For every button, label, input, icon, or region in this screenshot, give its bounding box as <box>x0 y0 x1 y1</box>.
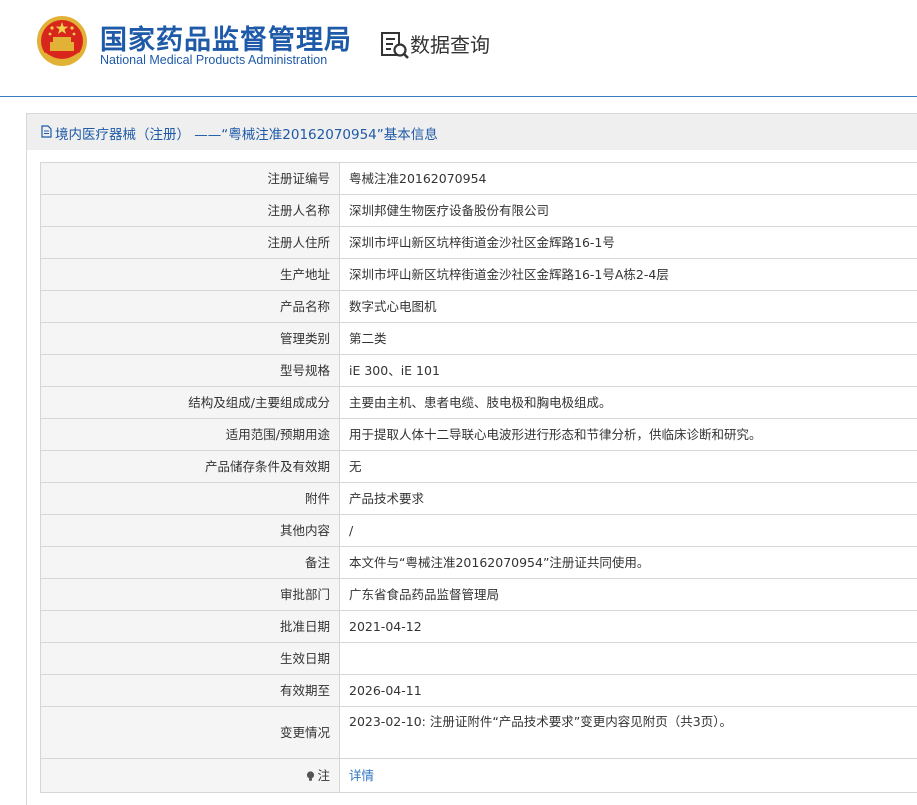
row-value: 用于提取人体十二导联心电波形进行形态和节律分析，供临床诊断和研究。 <box>339 418 917 451</box>
table-row: 有效期至 2026-04-11 <box>40 674 917 707</box>
table-row: 备注 本文件与“粤械注准20162070954”注册证共同使用。 <box>40 546 917 579</box>
data-query-icon <box>381 32 409 59</box>
row-value: 产品技术要求 <box>339 482 917 515</box>
row-label: 备注 <box>40 546 340 579</box>
table-row: 其他内容 / <box>40 514 917 547</box>
note-label-cell: 注 <box>40 758 340 793</box>
note-value-cell: 详情 <box>339 758 917 793</box>
national-emblem-icon <box>37 16 87 66</box>
row-value: iE 300、iE 101 <box>339 354 917 387</box>
row-value: / <box>339 514 917 547</box>
row-value: 主要由主机、患者电缆、肢电极和胸电极组成。 <box>339 386 917 419</box>
row-label: 型号规格 <box>40 354 340 387</box>
row-label: 审批部门 <box>40 578 340 611</box>
row-label: 注册人名称 <box>40 194 340 227</box>
row-label: 产品名称 <box>40 290 340 323</box>
info-panel: 境内医疗器械（注册） ——“粤械注准20162070954”基本信息 注册证编号… <box>26 113 917 805</box>
table-row: 管理类别 第二类 <box>40 322 917 355</box>
table-row: 适用范围/预期用途 用于提取人体十二导联心电波形进行形态和节律分析，供临床诊断和… <box>40 418 917 451</box>
row-value: 数字式心电图机 <box>339 290 917 323</box>
row-value: 无 <box>339 450 917 483</box>
row-label: 其他内容 <box>40 514 340 547</box>
row-label: 生产地址 <box>40 258 340 291</box>
row-value: 深圳市坪山新区坑梓街道金沙社区金辉路16-1号 <box>339 226 917 259</box>
row-value: 粤械注准20162070954 <box>339 162 917 195</box>
row-label: 有效期至 <box>40 674 340 707</box>
site-title-en: National Medical Products Administration <box>100 53 328 67</box>
table-row: 注册证编号 粤械注准20162070954 <box>40 162 917 195</box>
table-row: 生效日期 <box>40 642 917 675</box>
table-row: 型号规格 iE 300、iE 101 <box>40 354 917 387</box>
site-title-cn: 国家药品监督管理局 <box>100 25 352 56</box>
row-value: 深圳市坪山新区坑梓街道金沙社区金辉路16-1号A栋2-4层 <box>339 258 917 291</box>
row-label: 生效日期 <box>40 642 340 675</box>
row-value: 本文件与“粤械注准20162070954”注册证共同使用。 <box>339 546 917 579</box>
row-value: 2026-04-11 <box>339 674 917 707</box>
row-value: 2021-04-12 <box>339 610 917 643</box>
table-row: 审批部门 广东省食品药品监督管理局 <box>40 578 917 611</box>
row-label: 产品储存条件及有效期 <box>40 450 340 483</box>
table-row: 产品名称 数字式心电图机 <box>40 290 917 323</box>
table-row: 注册人住所 深圳市坪山新区坑梓街道金沙社区金辉路16-1号 <box>40 226 917 259</box>
row-value: 深圳邦健生物医疗设备股份有限公司 <box>339 194 917 227</box>
table-row: 附件 产品技术要求 <box>40 482 917 515</box>
site-header: 国家药品监督管理局 National Medical Products Admi… <box>0 0 917 97</box>
row-label: 变更情况 <box>40 706 340 759</box>
row-value: 第二类 <box>339 322 917 355</box>
table-row: 结构及组成/主要组成成分 主要由主机、患者电缆、肢电极和胸电极组成。 <box>40 386 917 419</box>
row-label: 附件 <box>40 482 340 515</box>
table-row: 生产地址 深圳市坪山新区坑梓街道金沙社区金辉路16-1号A栋2-4层 <box>40 258 917 291</box>
registration-info-table: 注册证编号 粤械注准20162070954 注册人名称 深圳邦健生物医疗设备股份… <box>40 162 917 793</box>
row-value: 广东省食品药品监督管理局 <box>339 578 917 611</box>
table-row: 注册人名称 深圳邦健生物医疗设备股份有限公司 <box>40 194 917 227</box>
row-label: 批准日期 <box>40 610 340 643</box>
table-row: 批准日期 2021-04-12 <box>40 610 917 643</box>
row-label: 注册证编号 <box>40 162 340 195</box>
panel-title: 境内医疗器械（注册） ——“粤械注准20162070954”基本信息 <box>55 127 438 143</box>
table-row: 变更情况 2023-02-10: 注册证附件“产品技术要求”变更内容见附页（共3… <box>40 706 917 759</box>
row-label: 适用范围/预期用途 <box>40 418 340 451</box>
note-label: 注 <box>317 767 330 783</box>
document-icon <box>41 125 52 138</box>
row-label: 管理类别 <box>40 322 340 355</box>
lightbulb-icon <box>307 770 315 781</box>
note-row: 注 详情 <box>40 758 917 793</box>
row-value <box>339 642 917 675</box>
row-value: 2023-02-10: 注册证附件“产品技术要求”变更内容见附页（共3页）。 <box>339 706 917 759</box>
row-label: 结构及组成/主要组成成分 <box>40 386 340 419</box>
data-query-label[interactable]: 数据查询 <box>410 29 490 58</box>
panel-header: 境内医疗器械（注册） ——“粤械注准20162070954”基本信息 <box>27 114 917 150</box>
row-label: 注册人住所 <box>40 226 340 259</box>
table-row: 产品储存条件及有效期 无 <box>40 450 917 483</box>
details-link[interactable]: 详情 <box>349 768 374 783</box>
